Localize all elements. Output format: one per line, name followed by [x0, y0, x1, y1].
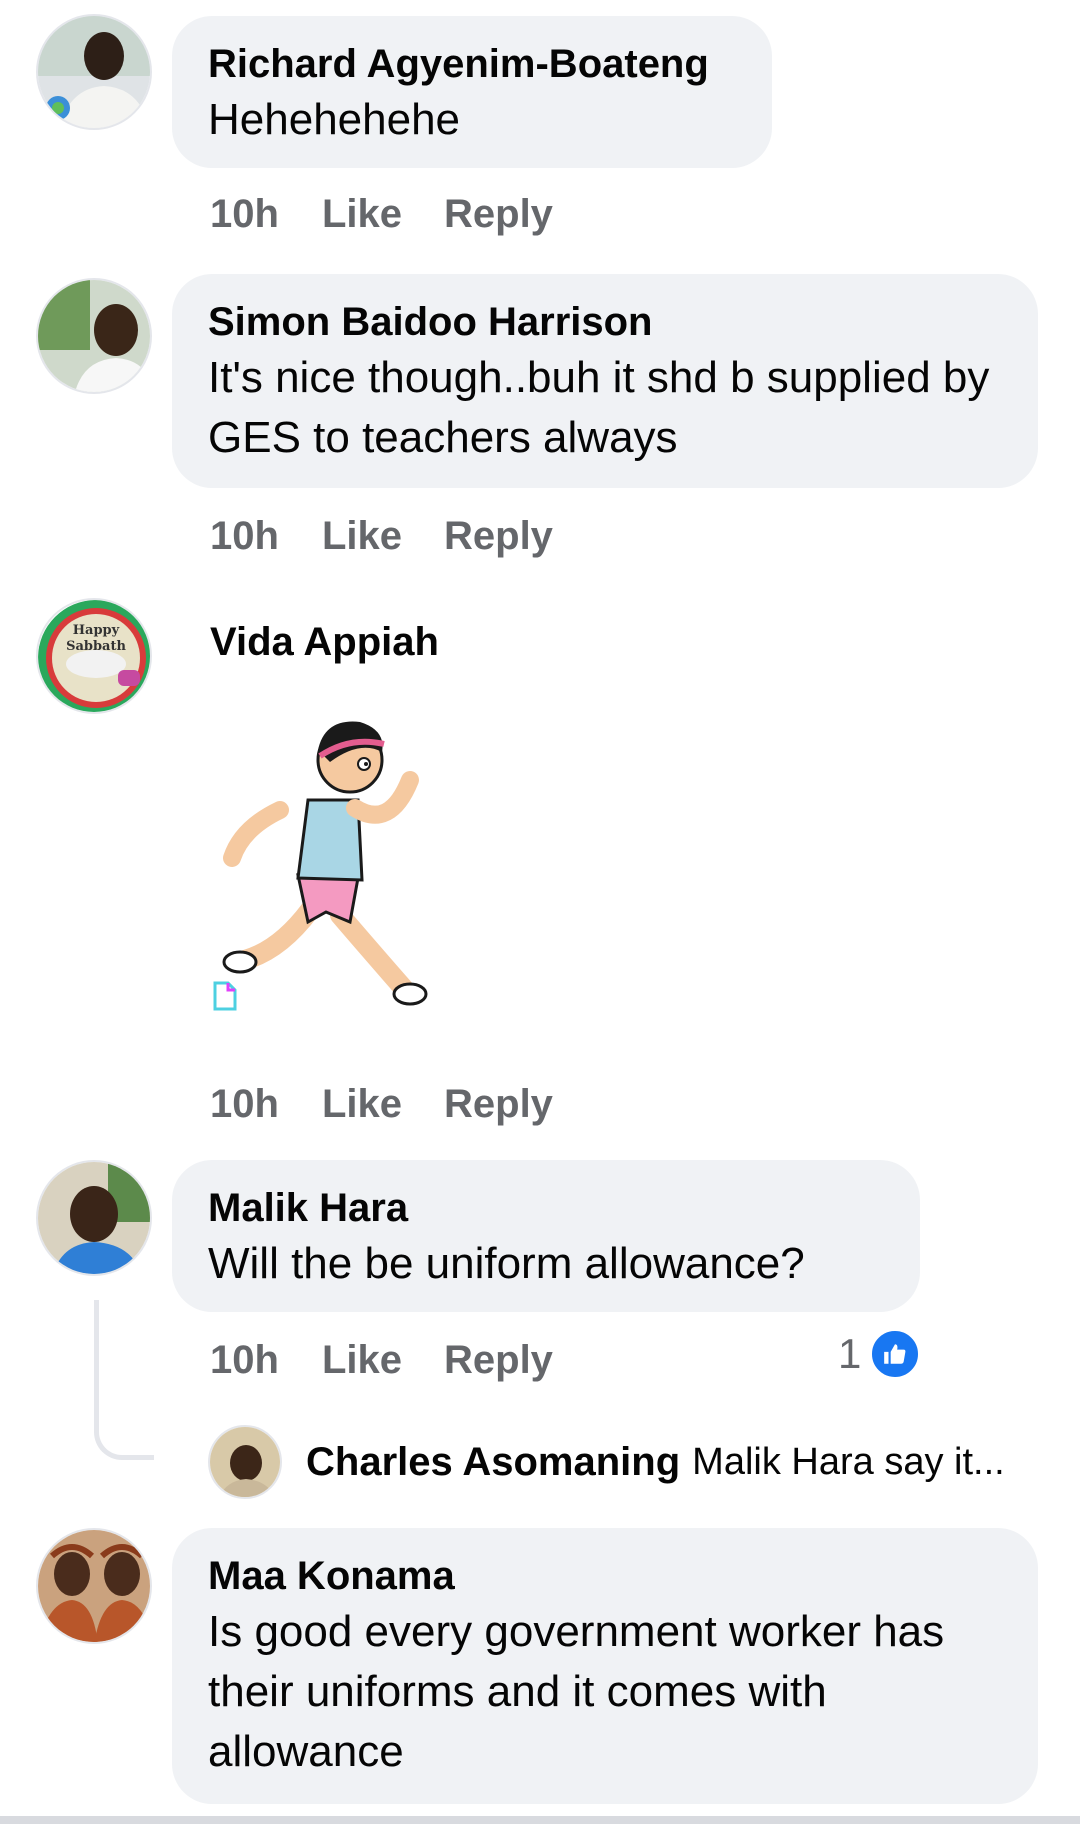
avatar-charles[interactable] [208, 1425, 282, 1499]
timestamp[interactable]: 10h [210, 1338, 322, 1383]
commenter-name[interactable]: Simon Baidoo Harrison [208, 296, 1002, 348]
commenter-name[interactable]: Richard Agyenim-Boateng [208, 38, 736, 90]
timestamp[interactable]: 10h [210, 192, 322, 237]
comment-bubble[interactable]: Richard Agyenim-Boateng Hehehehehe [172, 16, 772, 168]
avatar-text-happy: Happy [73, 623, 120, 638]
reply-preview-text: Malik Hara say it... [692, 1440, 1005, 1483]
comment-actions: 10h Like Reply [210, 506, 553, 566]
comment-bubble[interactable]: Malik Hara Will the be uniform allowance… [172, 1160, 920, 1312]
reply-button[interactable]: Reply [444, 1082, 553, 1127]
sticker-file-icon [213, 981, 237, 1011]
avatar-simon[interactable] [36, 278, 152, 394]
like-button[interactable]: Like [322, 1338, 444, 1383]
comment-actions: 10h Like Reply [210, 1330, 553, 1390]
comment-bubble[interactable]: Simon Baidoo Harrison It's nice though..… [172, 274, 1038, 488]
avatar-vida[interactable]: Happy Sabbath [36, 598, 152, 714]
avatar-richard[interactable] [36, 14, 152, 130]
reaction-summary[interactable]: 1 [838, 1328, 922, 1380]
timestamp[interactable]: 10h [210, 1082, 322, 1127]
running-girl-sticker[interactable] [200, 700, 480, 1020]
comment-text: Hehehehehe [208, 95, 461, 144]
avatar-maa-konama[interactable] [36, 1528, 152, 1644]
avatar-malik[interactable] [36, 1160, 152, 1276]
comment-bubble[interactable]: Maa Konama Is good every government work… [172, 1528, 1038, 1804]
comment-actions: 10h Like Reply [210, 1074, 553, 1134]
reply-button[interactable]: Reply [444, 1338, 553, 1383]
timestamp[interactable]: 10h [210, 514, 322, 559]
avatar-text-sabbath: Sabbath [66, 639, 126, 654]
commenter-name[interactable]: Vida Appiah [210, 616, 439, 668]
reply-author-name[interactable]: Charles Asomaning [306, 1440, 680, 1485]
comment-text: Is good every government worker has thei… [208, 1607, 945, 1776]
like-button[interactable]: Like [322, 1082, 444, 1127]
commenter-name[interactable]: Maa Konama [208, 1550, 1002, 1602]
reaction-count: 1 [838, 1330, 862, 1377]
like-reaction-icon [869, 1328, 922, 1380]
bottom-divider [0, 1816, 1080, 1824]
like-button[interactable]: Like [322, 192, 444, 237]
commenter-name[interactable]: Malik Hara [208, 1182, 884, 1234]
comment-text: Will the be uniform allowance? [208, 1239, 805, 1288]
like-button[interactable]: Like [322, 514, 444, 559]
comment-text: It's nice though..buh it shd b supplied … [208, 353, 990, 462]
reply-button[interactable]: Reply [444, 514, 553, 559]
reply-thread-line [94, 1300, 154, 1460]
comment-actions: 10h Like Reply [210, 184, 553, 244]
reply-button[interactable]: Reply [444, 192, 553, 237]
reply-preview[interactable]: Charles Asomaning Malik Hara say it... [208, 1424, 1005, 1500]
